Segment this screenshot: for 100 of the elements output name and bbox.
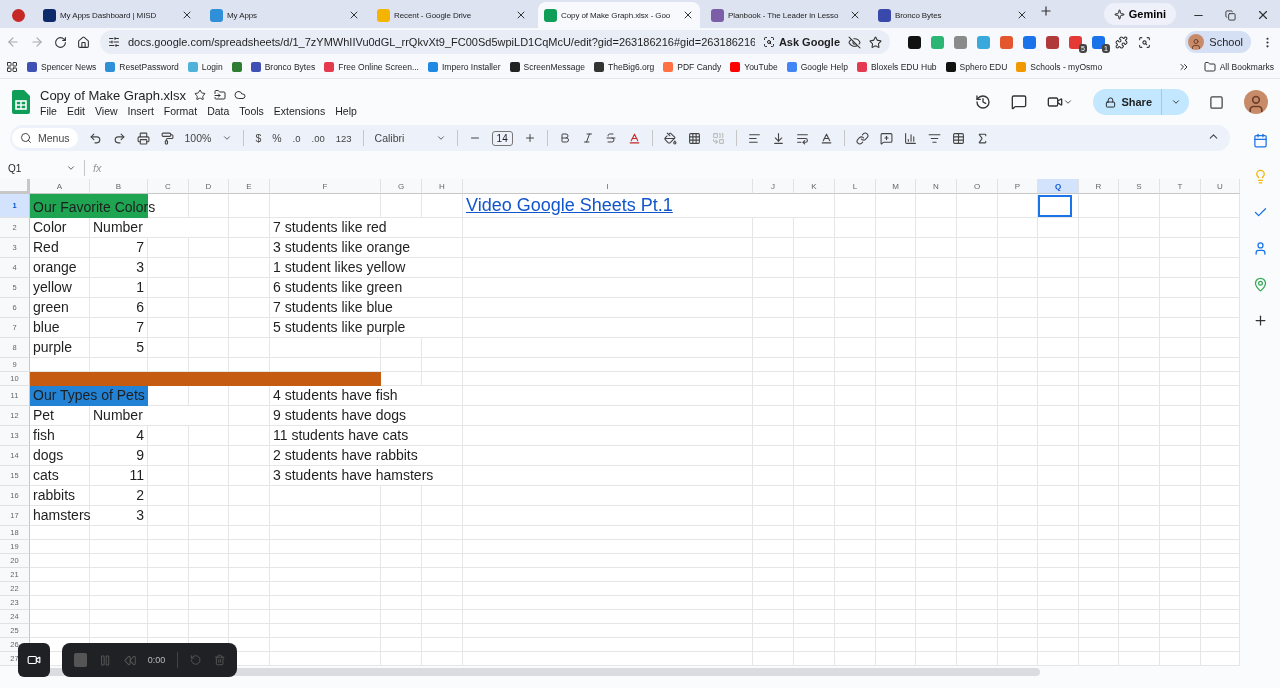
filter-icon[interactable] bbox=[927, 131, 941, 145]
column-header[interactable]: U bbox=[1201, 179, 1240, 194]
bookmark[interactable]: TheBig6.org bbox=[594, 62, 655, 72]
print-icon[interactable] bbox=[136, 131, 150, 145]
browser-tab[interactable]: Planbook - The Leader in Lesso bbox=[705, 2, 867, 28]
menu-item[interactable]: File bbox=[40, 104, 57, 117]
chart-icon[interactable] bbox=[903, 131, 917, 145]
italic-icon[interactable] bbox=[581, 132, 594, 144]
column-header[interactable]: L bbox=[835, 179, 876, 194]
close-icon[interactable] bbox=[181, 9, 193, 21]
reload-icon[interactable] bbox=[54, 35, 67, 49]
address-bar[interactable]: docs.google.com/spreadsheets/d/1_7zYMWhIIVu0dGL_rrQkvXt9_FC00Sd5wpiLD1CqMcU/edit?gid=263186216#gid=263186216 Ask Google bbox=[100, 30, 890, 54]
rotate-text-icon[interactable] bbox=[819, 131, 833, 145]
font-size-field[interactable]: 14 bbox=[491, 130, 513, 146]
column-header[interactable]: P bbox=[998, 179, 1038, 194]
column-header[interactable]: E bbox=[229, 179, 270, 194]
restore-icon[interactable] bbox=[1225, 9, 1236, 21]
caret-icon[interactable] bbox=[1063, 97, 1074, 107]
extension-icon[interactable] bbox=[908, 35, 921, 49]
column-header[interactable]: N bbox=[916, 179, 957, 194]
video-link[interactable]: Video Google Sheets Pt.1 bbox=[466, 194, 673, 216]
caret-icon[interactable] bbox=[66, 163, 76, 173]
font-select[interactable]: Calibri bbox=[374, 132, 425, 144]
column-header[interactable]: O bbox=[957, 179, 998, 194]
column-header[interactable]: K bbox=[794, 179, 835, 194]
bookmark[interactable]: Sphero EDU bbox=[945, 62, 1008, 72]
currency-button[interactable]: $ bbox=[255, 132, 262, 144]
column-header[interactable]: H bbox=[422, 179, 463, 194]
close-icon[interactable] bbox=[515, 9, 527, 21]
bookmark[interactable]: Spencer News bbox=[27, 62, 97, 72]
profile-button[interactable]: School bbox=[1185, 31, 1251, 53]
valign-icon[interactable] bbox=[771, 131, 785, 145]
bookmark[interactable]: YouTube bbox=[730, 62, 778, 72]
wrap-icon[interactable] bbox=[795, 131, 809, 145]
bookmark[interactable]: ResetPassword bbox=[105, 62, 179, 72]
selected-cell[interactable] bbox=[1038, 195, 1072, 217]
percent-button[interactable]: % bbox=[272, 132, 282, 144]
new-tab-icon[interactable] bbox=[1039, 4, 1053, 18]
bookmark[interactable]: Login bbox=[187, 62, 223, 72]
calendar-icon[interactable] bbox=[1252, 133, 1268, 148]
close-icon[interactable] bbox=[682, 9, 694, 21]
document-title[interactable]: Copy of Make Graph.xlsx bbox=[40, 87, 186, 103]
column-header[interactable]: I bbox=[463, 179, 753, 194]
column-header[interactable]: Q bbox=[1038, 179, 1079, 194]
cloud-icon[interactable] bbox=[233, 89, 246, 101]
text-color-icon[interactable] bbox=[627, 131, 641, 145]
bookmark[interactable]: Google Help bbox=[786, 62, 848, 72]
close-icon[interactable] bbox=[849, 9, 861, 21]
link-icon[interactable] bbox=[855, 131, 869, 145]
restart-icon[interactable] bbox=[190, 654, 202, 666]
decrease-decimal-button[interactable]: .0 bbox=[292, 132, 301, 144]
undo-icon[interactable] bbox=[88, 131, 102, 145]
redo-icon[interactable] bbox=[112, 131, 126, 145]
column-header[interactable]: B bbox=[90, 179, 148, 194]
close-icon[interactable] bbox=[1016, 9, 1028, 21]
menu-item[interactable]: Format bbox=[163, 104, 198, 117]
caret-icon[interactable] bbox=[222, 133, 233, 143]
increase-decimal-button[interactable]: .00 bbox=[311, 132, 325, 144]
menu-item[interactable]: Help bbox=[335, 104, 357, 117]
apps-icon[interactable] bbox=[6, 61, 18, 73]
sheets-logo-icon[interactable] bbox=[12, 90, 30, 114]
chevrons-icon[interactable] bbox=[1177, 61, 1190, 73]
menu-item[interactable]: Insert bbox=[127, 104, 154, 117]
menu-item[interactable]: View bbox=[95, 104, 118, 117]
star-icon[interactable] bbox=[869, 35, 882, 49]
add-icon[interactable] bbox=[1252, 313, 1268, 328]
bookmark[interactable]: PDF Candy bbox=[663, 62, 722, 72]
contacts-icon[interactable] bbox=[1252, 241, 1268, 256]
column-header[interactable]: S bbox=[1119, 179, 1160, 194]
bookmark[interactable]: Bronco Bytes bbox=[250, 62, 316, 72]
menu-item[interactable]: Data bbox=[207, 104, 230, 117]
square-icon[interactable] bbox=[1209, 94, 1224, 110]
ask-google-button[interactable]: Ask Google bbox=[762, 36, 840, 48]
column-header[interactable]: J bbox=[753, 179, 794, 194]
bookmark-icon[interactable] bbox=[231, 62, 242, 72]
column-header[interactable]: M bbox=[876, 179, 916, 194]
eye-off-icon[interactable] bbox=[848, 35, 861, 49]
column-header[interactable]: T bbox=[1160, 179, 1201, 194]
star-icon[interactable] bbox=[193, 89, 206, 101]
fill-color-icon[interactable] bbox=[663, 131, 677, 145]
maps-icon[interactable] bbox=[1252, 277, 1268, 292]
column-header[interactable]: R bbox=[1079, 179, 1119, 194]
browser-tab[interactable]: My Apps Dashboard | MISD bbox=[37, 2, 199, 28]
bookmark[interactable]: Bloxels EDU Hub bbox=[856, 62, 937, 72]
column-header[interactable]: A bbox=[30, 179, 90, 194]
browser-tab[interactable]: Bronco Bytes bbox=[872, 2, 1034, 28]
column-header[interactable]: D bbox=[189, 179, 229, 194]
all-bookmarks[interactable]: All Bookmarks bbox=[1203, 61, 1274, 73]
caret-icon[interactable] bbox=[435, 133, 446, 143]
close-icon[interactable] bbox=[348, 9, 360, 21]
strikethrough-icon[interactable] bbox=[604, 132, 617, 144]
corner-cell[interactable] bbox=[0, 179, 30, 194]
history-icon[interactable] bbox=[975, 94, 992, 110]
menus-search[interactable]: Menus bbox=[12, 128, 78, 148]
plus-icon[interactable] bbox=[523, 132, 536, 144]
extensions-icon[interactable] bbox=[1115, 35, 1128, 49]
tab-search-icon[interactable] bbox=[1138, 35, 1151, 49]
zoom-select[interactable]: 100% bbox=[184, 132, 212, 144]
column-header[interactable]: C bbox=[148, 179, 189, 194]
align-icon[interactable] bbox=[747, 131, 761, 145]
